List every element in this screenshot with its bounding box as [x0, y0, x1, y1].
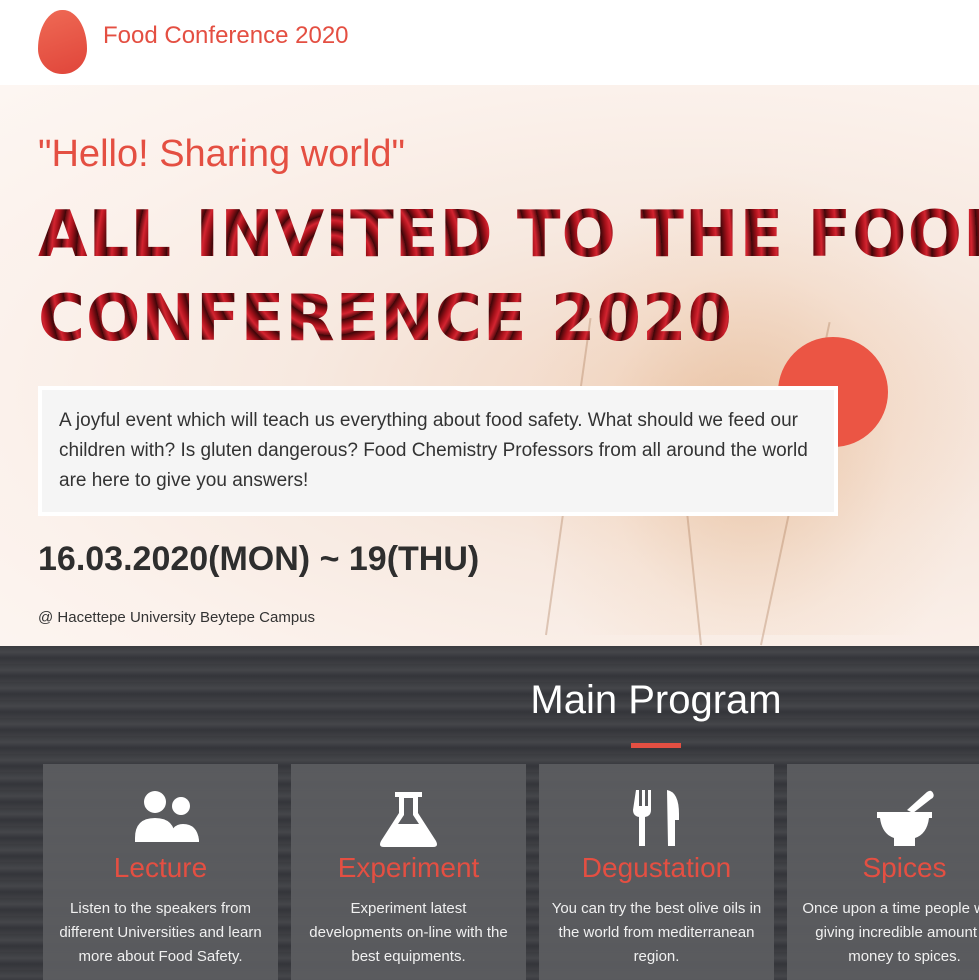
hero-subtitle: "Hello! Sharing world" [38, 133, 406, 175]
card-title: Experiment [337, 852, 480, 883]
card-description: You can try the best olive oils in the w… [551, 900, 762, 965]
users-icon [135, 791, 199, 842]
card-title: Degustation [581, 852, 732, 883]
card-description: Listen to the speakers from different Un… [59, 900, 262, 965]
event-dates: 16.03.2020(MON) ~ 19(THU) [38, 540, 480, 578]
utensils-icon [633, 790, 679, 846]
mortar-pestle-icon [877, 790, 934, 846]
title-underline [631, 743, 681, 748]
event-venue: @ Hacettepe University Beytepe Campus [38, 609, 316, 626]
section-title: Main Program [530, 678, 782, 722]
program-card-degustation[interactable]: Degustation You can try the best olive o… [539, 764, 774, 980]
brand-title[interactable]: Food Conference 2020 [103, 22, 349, 50]
hero-headline: ALL INVITED TO THE FOOD CONFERENCE 2020 [38, 193, 979, 361]
main-program-section: Main Program Lecture Listen to the speak… [0, 646, 979, 980]
description-text: A joyful event which will teach us every… [59, 410, 808, 491]
card-title: Spices [862, 852, 947, 883]
flask-icon [380, 792, 437, 847]
logo-drop-icon[interactable] [38, 10, 87, 74]
hero-section: "Hello! Sharing world" ALL INVITED TO TH… [0, 85, 979, 646]
top-navbar: Food Conference 2020 [0, 0, 979, 85]
card-description: Once upon a time people were giving incr… [802, 900, 979, 965]
program-card-experiment[interactable]: Experiment Experiment latest development… [291, 764, 526, 980]
program-card-lecture[interactable]: Lecture Listen to the speakers from diff… [43, 764, 278, 980]
program-card-spices[interactable]: Spices Once upon a time people were givi… [787, 764, 979, 980]
card-description: Experiment latest developments on-line w… [309, 900, 508, 965]
headline-line-1: ALL INVITED TO THE FOOD [38, 198, 979, 272]
description-box: A joyful event which will teach us every… [38, 386, 838, 516]
card-title: Lecture [113, 852, 208, 883]
